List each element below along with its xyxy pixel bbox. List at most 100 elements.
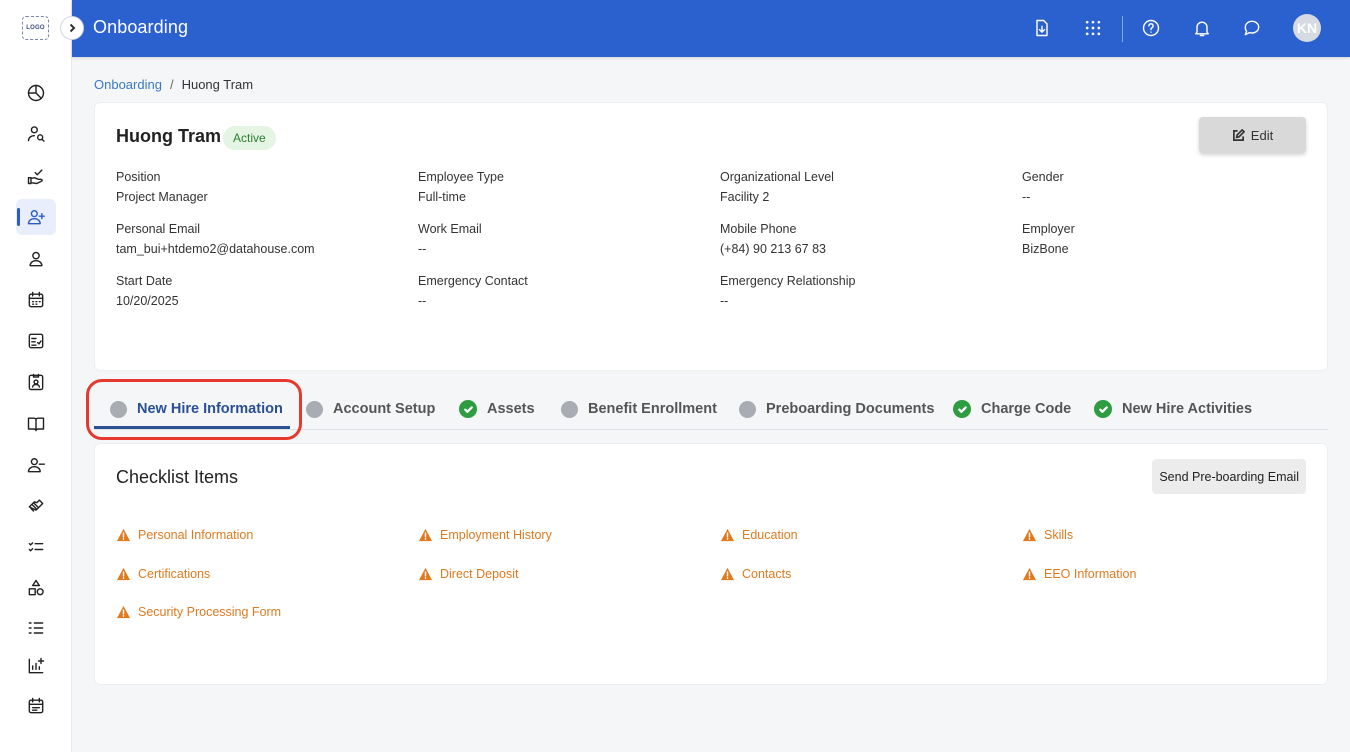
apps-grid-icon[interactable] [1082, 17, 1104, 39]
field-value: -- [418, 294, 427, 308]
field-value: Facility 2 [720, 190, 770, 204]
breadcrumb-current: Huong Tram [181, 77, 254, 92]
chevron-right-icon [69, 23, 76, 33]
warning-icon [116, 567, 131, 581]
user-search-icon[interactable] [16, 116, 56, 152]
checklist-item-label: Contacts [742, 567, 792, 581]
tab-assets[interactable]: Assets [459, 388, 535, 430]
tab-charge-code[interactable]: Charge Code [953, 388, 1071, 430]
hand-check-icon[interactable] [16, 158, 56, 194]
checklist-item-employment-history[interactable]: Employment History [418, 528, 552, 542]
checklist-item-personal-information[interactable]: Personal Information [116, 528, 253, 542]
edit-icon [1232, 128, 1245, 141]
task-list-icon[interactable] [16, 529, 56, 565]
checklist-item-label: Direct Deposit [440, 567, 519, 581]
app-logo[interactable]: LOGO [22, 16, 49, 40]
bell-icon[interactable] [1191, 17, 1213, 39]
chart-pie-icon[interactable] [16, 75, 56, 111]
checklist-item-education[interactable]: Education [720, 528, 798, 542]
ordered-list-icon[interactable] [16, 610, 56, 646]
page-title: Onboarding [93, 17, 189, 37]
warning-icon [1022, 567, 1037, 581]
warning-icon [116, 528, 131, 542]
pending-status-icon [306, 400, 323, 418]
checklist-title: Checklist Items [116, 467, 239, 487]
book-icon[interactable] [16, 406, 56, 442]
checklist-item-label: EEO Information [1044, 567, 1137, 581]
shapes-icon[interactable] [16, 570, 56, 606]
status-badge: Active [223, 126, 276, 150]
warning-icon [1022, 528, 1037, 542]
field-label: Work Email [418, 222, 482, 236]
tab-label: Preboarding Documents [766, 401, 935, 417]
field-label: Emergency Contact [418, 274, 528, 288]
checklist-item-label: Skills [1044, 528, 1074, 542]
field-label: Employee Type [418, 170, 504, 184]
tab-label: Account Setup [333, 401, 436, 417]
id-badge-icon[interactable] [16, 364, 56, 400]
tab-label: Charge Code [981, 401, 1072, 417]
help-icon[interactable] [1140, 17, 1162, 39]
field-value: Project Manager [116, 190, 208, 204]
tab-account-setup[interactable]: Account Setup [306, 388, 435, 430]
field-emergency-relationship: Emergency Relationship -- [720, 274, 856, 308]
chart-add-icon[interactable] [16, 648, 56, 684]
field-label: Organizational Level [720, 170, 834, 184]
field-label: Start Date [116, 274, 173, 288]
tab-new-hire-activities[interactable]: New Hire Activities [1094, 388, 1252, 430]
checklist-card: Checklist Items Send Pre-boarding Email … [94, 443, 1328, 685]
checklist-item-certifications[interactable]: Certifications [116, 567, 210, 581]
checklist-item-label: Security Processing Form [138, 605, 282, 619]
warning-icon [418, 567, 433, 581]
user-remove-icon[interactable] [16, 447, 56, 483]
warning-icon [720, 528, 735, 542]
handshake-icon[interactable] [16, 488, 56, 524]
pending-status-icon [561, 400, 578, 418]
field-value: -- [1022, 190, 1031, 204]
warning-icon [418, 528, 433, 542]
chat-icon[interactable] [1241, 17, 1263, 39]
calendar-grid-icon[interactable] [16, 282, 56, 318]
field-personal-email: Personal Email tam_bui+htdemo2@datahouse… [116, 222, 315, 256]
checklist-item-label: Personal Information [138, 528, 254, 542]
edit-button[interactable]: Edit [1199, 117, 1306, 153]
tab-label: New Hire Activities [1122, 401, 1253, 417]
tab-label: Assets [487, 401, 535, 417]
field-work-email: Work Email -- [418, 222, 482, 256]
field-value: (+84) 90 213 67 83 [720, 242, 826, 256]
field-value: -- [418, 242, 427, 256]
employee-profile-card: Huong Tram Active Edit Position Project … [94, 102, 1328, 371]
pending-status-icon [739, 400, 756, 418]
field-value: 10/20/2025 [116, 294, 179, 308]
field-employee-type: Employee Type Full-time [418, 170, 504, 204]
checklist-doc-icon[interactable] [16, 323, 56, 359]
checklist-item-security-processing-form[interactable]: Security Processing Form [116, 605, 281, 619]
sidebar: LOGO [0, 0, 72, 752]
checklist-item-eeo-information[interactable]: EEO Information [1022, 567, 1136, 581]
checklist-item-label: Employment History [440, 528, 552, 542]
check-circle-icon [459, 400, 477, 418]
user-add-icon[interactable] [16, 199, 56, 235]
field-gender: Gender -- [1022, 170, 1064, 204]
user-icon[interactable] [16, 241, 56, 277]
breadcrumb-separator: / [169, 77, 174, 92]
calendar-note-icon[interactable] [16, 688, 56, 724]
header-divider [1122, 16, 1123, 42]
field-employer: Employer BizBone [1022, 222, 1075, 256]
field-value: -- [720, 294, 729, 308]
sidebar-toggle-button[interactable] [60, 16, 84, 40]
field-label: Mobile Phone [720, 222, 797, 236]
tab-preboarding-documents[interactable]: Preboarding Documents [739, 388, 934, 430]
check-circle-icon [1094, 400, 1112, 418]
field-label: Personal Email [116, 222, 201, 236]
tab-benefit-enrollment[interactable]: Benefit Enrollment [561, 388, 717, 430]
checklist-item-contacts[interactable]: Contacts [720, 567, 791, 581]
checklist-item-skills[interactable]: Skills [1022, 528, 1073, 542]
warning-icon [720, 567, 735, 581]
breadcrumb-link-onboarding[interactable]: Onboarding [94, 77, 162, 92]
download-doc-icon[interactable] [1031, 17, 1053, 39]
send-preboarding-email-button[interactable]: Send Pre-boarding Email [1152, 459, 1306, 494]
user-avatar[interactable]: KN [1293, 14, 1321, 42]
field-value: Full-time [418, 190, 466, 204]
checklist-item-direct-deposit[interactable]: Direct Deposit [418, 567, 519, 581]
